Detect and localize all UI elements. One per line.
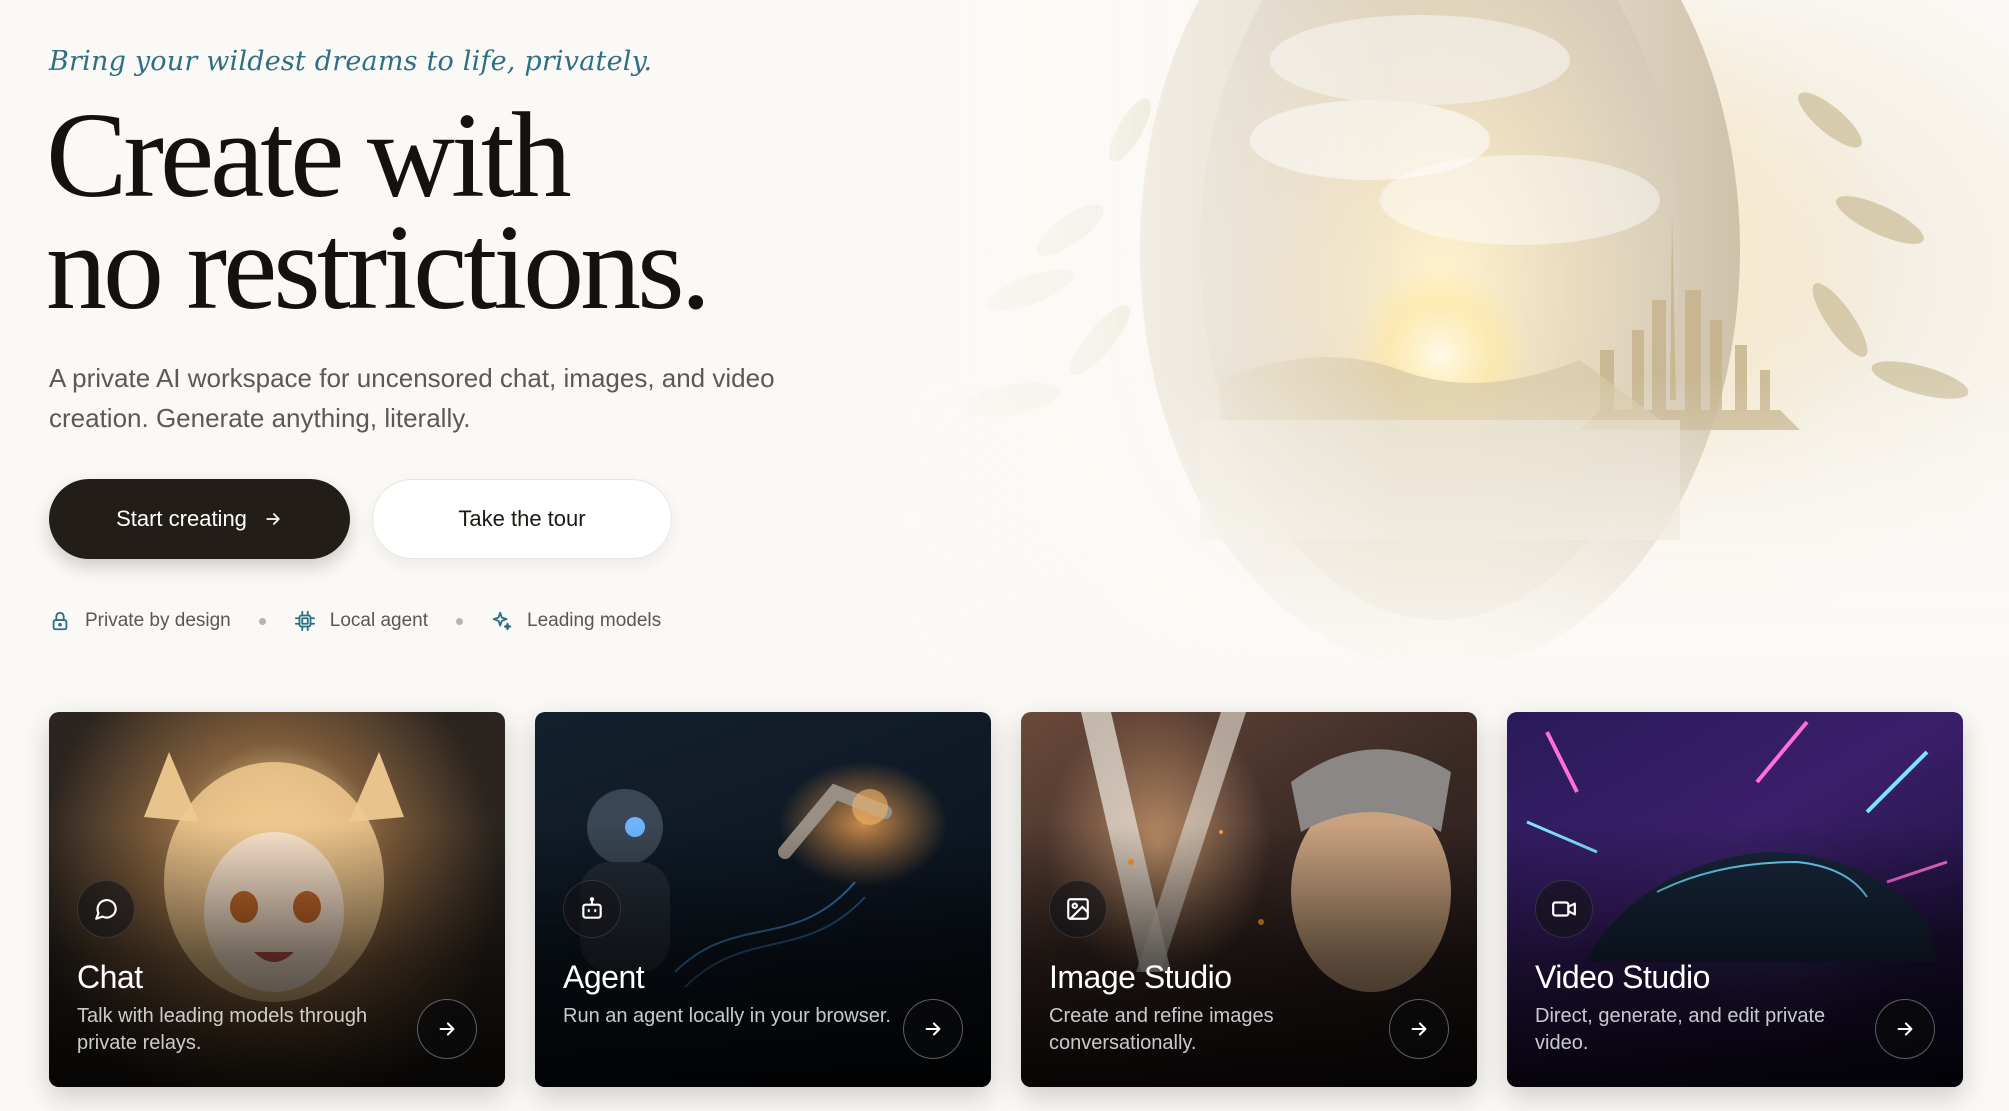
arrow-right-icon — [1897, 1022, 1913, 1036]
arrow-right-icon — [1411, 1022, 1427, 1036]
agent-open-button[interactable] — [903, 999, 963, 1059]
feature-private: Private by design — [49, 610, 231, 632]
hero-subtitle: A private AI workspace for uncensored ch… — [49, 358, 869, 438]
separator-dot — [456, 617, 463, 625]
image-icon-badge — [1049, 880, 1107, 938]
arrow-right-icon — [266, 513, 280, 525]
subtitle-line-2: creation. Generate anything, literally. — [49, 403, 471, 433]
card-description: Talk with leading models through private… — [77, 1005, 368, 1054]
card-image-studio[interactable]: Image Studio Create and refine images co… — [1021, 712, 1477, 1087]
chip-icon — [294, 610, 315, 632]
card-description: Create and refine images conversationall… — [1049, 1005, 1274, 1054]
subtitle-line-1: A private AI workspace for uncensored ch… — [49, 363, 775, 393]
agent-icon-badge — [563, 880, 621, 938]
chat-icon-badge — [77, 880, 135, 938]
feature-label: Leading models — [527, 610, 662, 631]
card-video-studio[interactable]: Video Studio Direct, generate, and edit … — [1507, 712, 1963, 1087]
video-icon-badge — [1535, 880, 1593, 938]
video-camera-icon — [1552, 901, 1576, 917]
feature-local-agent: Local agent — [294, 610, 428, 632]
feature-label: Private by design — [85, 610, 231, 631]
robot-icon — [582, 897, 602, 919]
hero-headline: Create with no restrictions. — [46, 88, 711, 335]
start-creating-button[interactable]: Start creating — [49, 479, 350, 559]
image-studio-open-button[interactable] — [1389, 999, 1449, 1059]
chat-open-button[interactable] — [417, 999, 477, 1059]
feature-list: Private by design Local agent Leading mo… — [49, 606, 661, 636]
take-tour-label: Take the tour — [458, 506, 586, 531]
arrow-right-icon — [439, 1022, 455, 1036]
headline-line-2: no restrictions. — [46, 200, 711, 335]
feature-leading-models: Leading models — [491, 610, 661, 632]
chat-bubble-icon — [95, 899, 117, 920]
card-title: Chat — [77, 959, 143, 995]
card-description: Run an agent locally in your browser. — [563, 1005, 891, 1027]
card-title: Agent — [563, 959, 645, 995]
headline-line-1: Create with — [46, 88, 572, 223]
sparkles-icon — [492, 611, 512, 631]
card-description: Direct, generate, and edit private video… — [1535, 1005, 1826, 1054]
card-title: Image Studio — [1049, 959, 1232, 995]
arrow-right-icon — [925, 1022, 941, 1036]
hero-tagline: Bring your wildest dreams to life, priva… — [49, 46, 653, 77]
card-title: Video Studio — [1535, 959, 1710, 995]
card-chat[interactable]: Chat Talk with leading models through pr… — [49, 712, 505, 1087]
separator-dot — [258, 617, 266, 625]
image-icon — [1067, 898, 1089, 920]
hero-illustration — [900, 0, 2009, 680]
take-tour-button[interactable]: Take the tour — [372, 479, 672, 559]
card-agent[interactable]: Agent Run an agent locally in your brows… — [535, 712, 991, 1087]
video-studio-open-button[interactable] — [1875, 999, 1935, 1059]
feature-label: Local agent — [329, 610, 428, 631]
start-creating-label: Start creating — [116, 506, 247, 531]
lock-icon — [52, 611, 68, 631]
